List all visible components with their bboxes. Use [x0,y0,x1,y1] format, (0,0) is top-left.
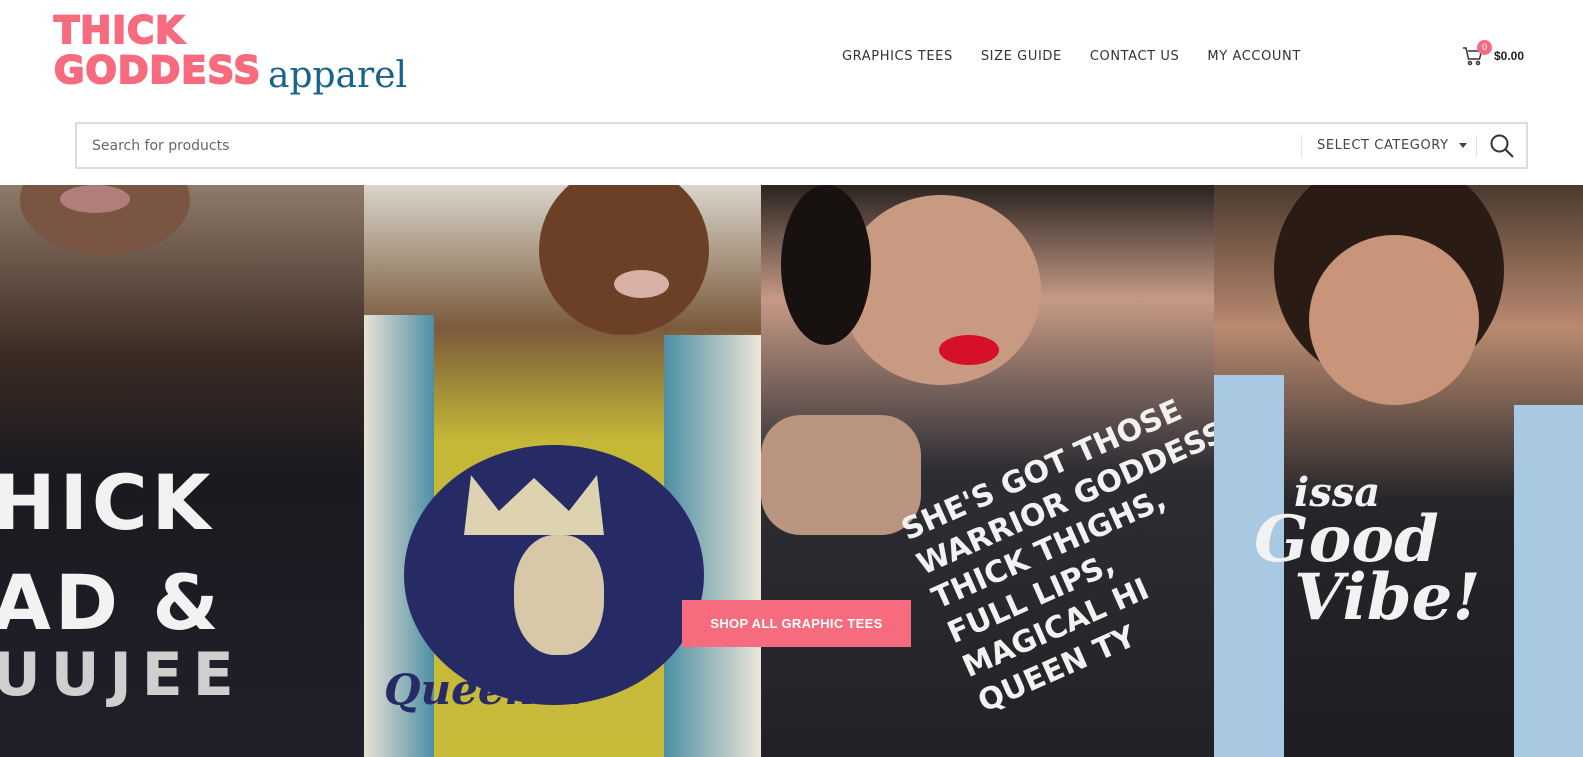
logo-line-2: GODDESS [53,49,262,92]
shirt-graphic-face [514,535,604,655]
category-select-label: SELECT CATEGORY [1317,138,1449,153]
site-header: THICK GODDESS apparel GRAPHICS TEES SIZE… [0,0,1583,185]
divider [1301,135,1302,158]
hero-photo-4: issa Good Vibe! [1214,185,1583,757]
model-lips [60,185,130,213]
shirt-text-block: issa Good Vibe! [1254,473,1481,635]
divider [1476,135,1477,158]
hoodie-right [1514,405,1583,757]
shirt-text-line: UUJEE [0,640,244,710]
hero-photo-2: Queenin' [364,185,761,757]
nav-item-contact-us[interactable]: CONTACT US [1090,47,1180,67]
shirt-text-line: AD & [0,558,223,647]
model-lips [939,335,999,365]
nav-item-my-account[interactable]: MY ACCOUNT [1207,47,1301,67]
cart-count-badge: 0 [1477,40,1492,55]
search-input[interactable] [77,124,1285,167]
logo-suffix: apparel [268,55,408,96]
model-hair [781,185,871,345]
shirt-text-line: Vibe! [1294,559,1481,635]
chevron-down-icon [1458,143,1467,148]
shirt-text-block: SHE'S GOT THOSE WARRIOR GODDESS, THICK T… [896,375,1214,721]
product-search-bar: SELECT CATEGORY [75,122,1528,169]
hero-banner: HICK AD & UUJEE Queenin' SHE'S GOT THOSE… [0,185,1583,757]
model-smile [614,270,669,298]
cart-total: $0.00 [1494,49,1525,63]
category-select[interactable]: SELECT CATEGORY [1317,124,1467,167]
logo-line-1: THICK [53,9,185,52]
search-icon[interactable] [1489,133,1515,159]
nav-item-graphics-tees[interactable]: GRAPHICS TEES [842,47,953,67]
cart-button[interactable]: 0 $0.00 [1462,40,1532,70]
site-logo[interactable]: THICK GODDESS apparel [53,9,414,102]
shop-all-graphic-tees-button[interactable]: SHOP ALL GRAPHIC TEES [682,600,911,647]
model-face [539,185,709,335]
model-face [1309,235,1479,405]
logo-wordmark: THICK GODDESS [53,9,262,92]
nav-item-size-guide[interactable]: SIZE GUIDE [981,47,1062,67]
hero-photo-3: SHE'S GOT THOSE WARRIOR GODDESS, THICK T… [761,185,1214,757]
main-nav: GRAPHICS TEES SIZE GUIDE CONTACT US MY A… [842,47,1301,67]
shirt-text-line: HICK [0,458,215,547]
hero-photo-1: HICK AD & UUJEE [0,185,364,757]
shirt-text-line: Queenin' [384,665,595,714]
